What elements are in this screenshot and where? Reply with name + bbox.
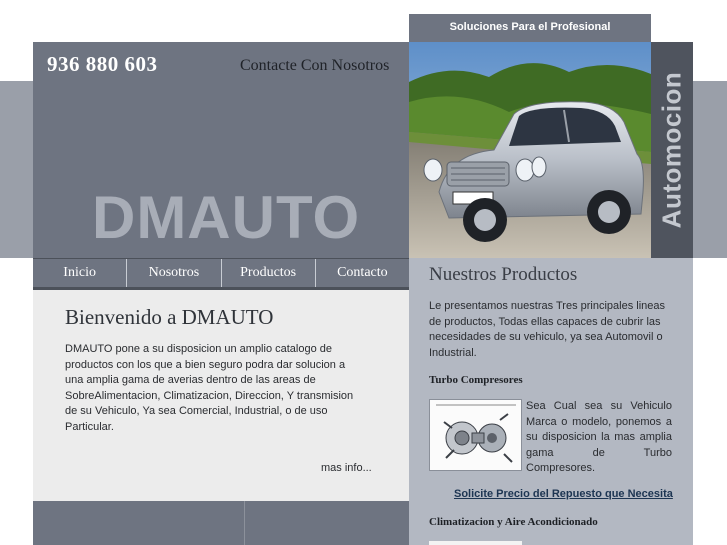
- turbo-text-block: Sea Cual sea su Vehiculo Marca o modelo,…: [526, 399, 672, 477]
- nav-item-contacto[interactable]: Contacto: [316, 259, 409, 287]
- products-intro: Le presentamos nuestras Tres principales…: [429, 300, 666, 359]
- tagline: Soluciones Para el Profesional: [449, 21, 611, 33]
- clima-section-title: Climatizacion y Aire Acondicionado: [429, 516, 598, 528]
- turbo-description-end: Compresores.: [526, 462, 596, 474]
- footer-divider: [244, 501, 245, 545]
- main-nav: Inicio Nosotros Productos Contacto: [33, 258, 409, 290]
- nav-item-productos[interactable]: Productos: [222, 259, 316, 287]
- left-gray-band: [0, 81, 33, 258]
- vertical-label: Automocion: [656, 71, 687, 229]
- nav-item-nosotros[interactable]: Nosotros: [127, 259, 222, 287]
- footer-block: [33, 501, 409, 545]
- phone-number: 936 880 603: [47, 52, 158, 76]
- turbo-compressor-image: [429, 399, 522, 471]
- climate-image: [429, 541, 522, 545]
- welcome-text: DMAUTO pone a su disposicion un amplio c…: [65, 343, 354, 433]
- brand-logo-text: DMAUTO: [92, 184, 361, 251]
- car-photo: [409, 42, 651, 258]
- welcome-title: Bienvenido a DMAUTO: [65, 305, 274, 329]
- more-info-link[interactable]: mas info...: [321, 462, 372, 474]
- products-title: Nuestros Productos: [429, 264, 578, 285]
- request-quote-link[interactable]: Solicite Precio del Repuesto que Necesit…: [454, 488, 673, 500]
- right-gray-band: [693, 81, 727, 258]
- contact-us-link[interactable]: Contacte Con Nosotros: [240, 57, 389, 75]
- turbo-description: Sea Cual sea su Vehiculo Marca o modelo,…: [526, 400, 672, 459]
- turbo-section-title: Turbo Compresores: [429, 374, 523, 386]
- nav-item-inicio[interactable]: Inicio: [33, 259, 128, 287]
